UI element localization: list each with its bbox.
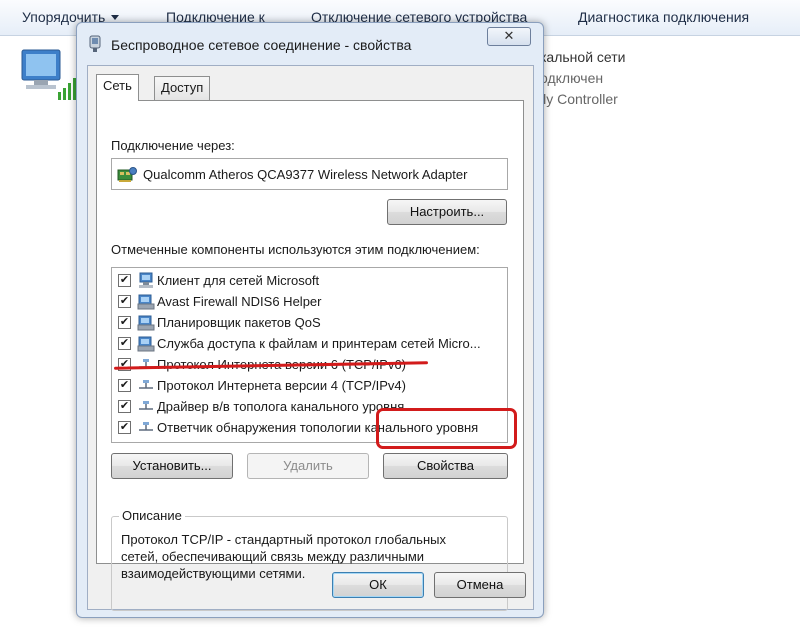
wireless-connection-icon[interactable] — [20, 46, 78, 104]
cancel-button[interactable]: Отмена — [434, 572, 526, 598]
protocol-icon — [139, 380, 153, 389]
network-service-icon — [137, 294, 155, 310]
background-connection-title: кальной сети — [540, 49, 626, 65]
close-button[interactable]: ✕ — [487, 27, 531, 46]
dialog-client-area: Сеть Доступ Подключение через: Qualcomm … — [87, 65, 534, 611]
checkbox[interactable]: ✔ — [118, 295, 131, 308]
dialog-titlebar[interactable]: Беспроводное сетевое соединение - свойст… — [77, 23, 543, 65]
checkbox[interactable]: ✔ — [118, 379, 131, 392]
list-item[interactable]: ✔ Служба доступа к файлам и принтерам се… — [112, 333, 507, 354]
description-title: Описание — [119, 508, 185, 523]
chevron-down-icon — [111, 15, 120, 20]
tab-network[interactable]: Сеть — [96, 74, 139, 101]
checkbox[interactable]: ✔ — [118, 421, 131, 434]
list-item-label: Протокол Интернета версии 4 (TCP/IPv4) — [157, 378, 406, 393]
checkbox[interactable]: ✔ — [118, 274, 131, 287]
list-item-label: Служба доступа к файлам и принтерам сете… — [157, 336, 481, 351]
checkbox[interactable]: ✔ — [118, 316, 131, 329]
list-item-label: Планировщик пакетов QoS — [157, 315, 321, 330]
connect-using-label: Подключение через: — [111, 138, 235, 153]
ok-button[interactable]: ОК — [332, 572, 424, 598]
dialog-title: Беспроводное сетевое соединение - свойст… — [111, 37, 412, 53]
list-item-label: Драйвер в/в тополога канального уровня — [157, 399, 405, 414]
background-adapter-name: ily Controller — [540, 91, 618, 107]
network-service-icon — [137, 315, 155, 331]
list-item-label: Клиент для сетей Microsoft — [157, 273, 320, 288]
list-item-label: Avast Firewall NDIS6 Helper — [157, 294, 322, 309]
diagnose-button[interactable]: Диагностика подключения — [578, 9, 749, 25]
properties-button[interactable]: Свойства — [383, 453, 508, 479]
background-connection-status: одключен — [540, 70, 604, 86]
close-icon: ✕ — [503, 28, 515, 43]
list-item[interactable]: ✔ Клиент для сетей Microsoft — [112, 270, 507, 291]
protocol-icon — [139, 359, 153, 368]
tab-panel-network: Подключение через: Qualcomm Atheros QCA9… — [96, 100, 524, 611]
adapter-name: Qualcomm Atheros QCA9377 Wireless Networ… — [143, 167, 468, 182]
checkbox[interactable]: ✔ — [118, 400, 131, 413]
checkbox[interactable]: ✔ — [118, 337, 131, 350]
tab-sharing[interactable]: Доступ — [154, 76, 211, 100]
configure-button[interactable]: Настроить... — [387, 199, 507, 225]
adapter-field: Qualcomm Atheros QCA9377 Wireless Networ… — [111, 158, 508, 190]
network-adapter-icon — [89, 35, 101, 52]
protocol-icon — [139, 422, 153, 431]
network-client-icon — [139, 272, 153, 288]
highlight-outline — [376, 408, 517, 449]
list-item[interactable]: ✔ Avast Firewall NDIS6 Helper — [112, 291, 507, 312]
components-label: Отмеченные компоненты используются этим … — [111, 242, 480, 257]
uninstall-button: Удалить — [247, 453, 369, 479]
install-button[interactable]: Установить... — [111, 453, 233, 479]
list-item[interactable]: ✔ Планировщик пакетов QoS — [112, 312, 507, 333]
protocol-icon — [139, 401, 153, 410]
network-card-icon — [117, 167, 137, 182]
list-item[interactable]: ✔ Протокол Интернета версии 4 (TCP/IPv4) — [112, 375, 507, 396]
network-service-icon — [137, 336, 155, 352]
properties-dialog: Беспроводное сетевое соединение - свойст… — [76, 22, 544, 618]
